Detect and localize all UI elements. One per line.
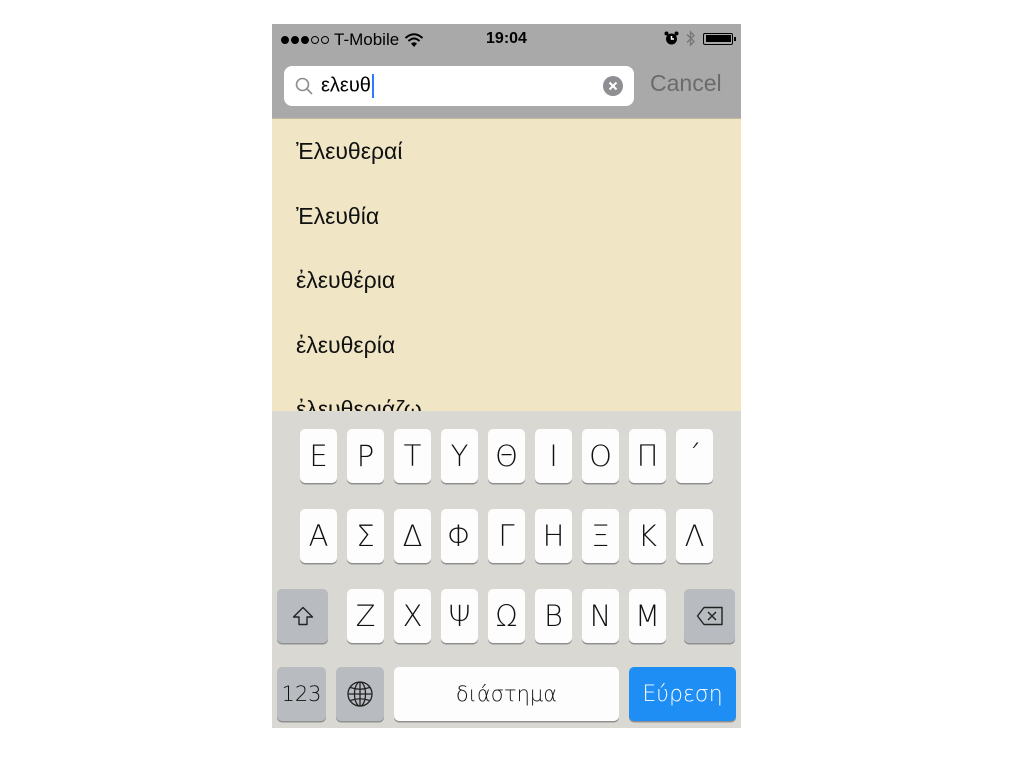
key[interactable]: Κ (629, 509, 666, 563)
clear-search-button[interactable] (603, 76, 623, 96)
key[interactable]: Ν (582, 589, 619, 643)
result-item[interactable]: Ἐλευθεραί (272, 119, 741, 184)
text-cursor (371, 74, 374, 98)
greek-keyboard: Ε Ρ Τ Υ Θ Ι Ο Π ´ Α Σ Δ Φ Γ Η Ξ Κ Λ Ζ Χ … (272, 411, 741, 728)
phone-screen: T-Mobile 19:04 ελευθ Cancel Ἐλευθεραί Ἐλ… (272, 24, 741, 728)
key-accent[interactable]: ´ (676, 429, 713, 483)
key[interactable]: Ω (488, 589, 525, 643)
numbers-key[interactable]: 123 (277, 667, 326, 721)
clear-icon (608, 81, 618, 91)
cancel-button[interactable]: Cancel (650, 70, 722, 97)
key[interactable]: Ξ (582, 509, 619, 563)
key[interactable]: Χ (394, 589, 431, 643)
result-item[interactable]: ἐλευθεριάζω (272, 377, 741, 412)
globe-key[interactable] (336, 667, 384, 721)
backspace-icon (696, 606, 723, 626)
key[interactable]: Ρ (347, 429, 384, 483)
key[interactable]: Α (300, 509, 337, 563)
key[interactable]: Τ (394, 429, 431, 483)
globe-icon (347, 681, 373, 707)
key[interactable]: Η (535, 509, 572, 563)
key[interactable]: Φ (441, 509, 478, 563)
key[interactable]: Β (535, 589, 572, 643)
status-bar: T-Mobile 19:04 (272, 24, 741, 56)
key[interactable]: Ε (300, 429, 337, 483)
key[interactable]: Ο (582, 429, 619, 483)
search-icon (295, 77, 313, 95)
key[interactable]: Γ (488, 509, 525, 563)
space-key[interactable]: διάστημα (394, 667, 619, 721)
key[interactable]: Ψ (441, 589, 478, 643)
key[interactable]: Μ (629, 589, 666, 643)
result-item[interactable]: ἐλευθερία (272, 313, 741, 378)
key[interactable]: Π (629, 429, 666, 483)
result-item[interactable]: Ἐλευθία (272, 184, 741, 249)
search-bar: ελευθ Cancel (272, 56, 741, 118)
bluetooth-icon (686, 30, 695, 47)
search-input[interactable]: ελευθ (284, 66, 634, 106)
result-item[interactable]: ἐλευθέρια (272, 248, 741, 313)
battery-icon (703, 32, 736, 45)
search-query-text: ελευθ (321, 74, 374, 98)
alarm-icon (664, 31, 679, 45)
key[interactable]: Θ (488, 429, 525, 483)
key[interactable]: Δ (394, 509, 431, 563)
key[interactable]: Ζ (347, 589, 384, 643)
key[interactable]: Λ (676, 509, 713, 563)
delete-key[interactable] (684, 589, 735, 643)
key[interactable]: Υ (441, 429, 478, 483)
search-results-list: Ἐλευθεραί Ἐλευθία ἐλευθέρια ἐλευθερία ἐλ… (272, 118, 741, 412)
key[interactable]: Ι (535, 429, 572, 483)
search-key[interactable]: Εύρεση (629, 667, 736, 721)
shift-icon (292, 606, 313, 626)
key[interactable]: Σ (347, 509, 384, 563)
status-right (664, 30, 736, 47)
shift-key[interactable] (277, 589, 328, 643)
